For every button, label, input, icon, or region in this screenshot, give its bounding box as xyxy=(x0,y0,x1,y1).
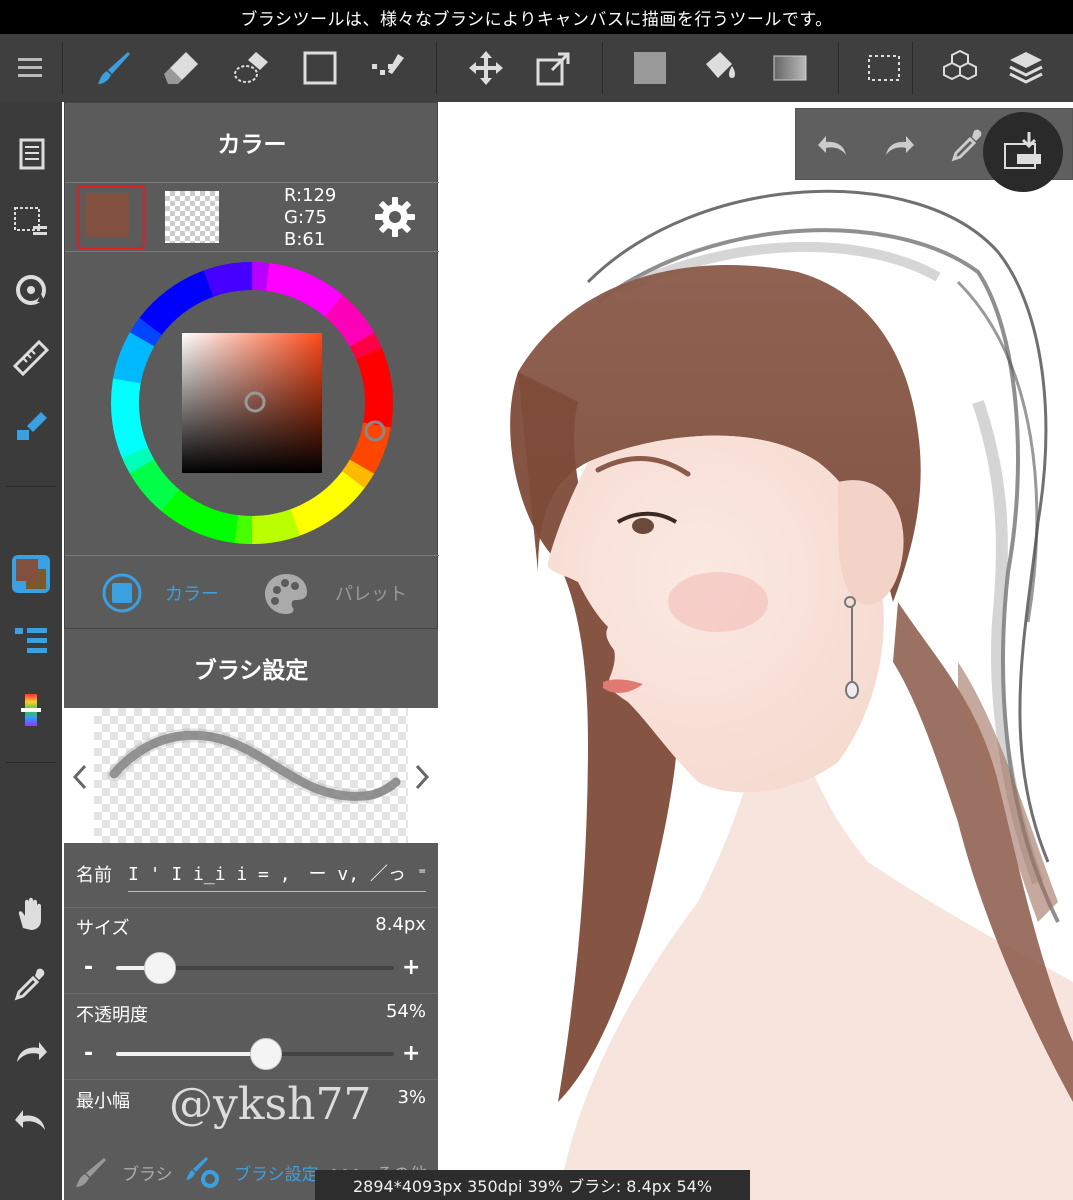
sidebar-divider xyxy=(6,762,56,763)
layers-icon[interactable] xyxy=(996,34,1056,102)
brush-icon xyxy=(76,1158,106,1187)
brush-settings-icon xyxy=(186,1157,219,1188)
tab-brush-label: ブラシ xyxy=(122,1164,173,1185)
color-tab-icon xyxy=(102,573,142,613)
toolbar-divider xyxy=(602,42,603,94)
previous-brush-button[interactable] xyxy=(66,757,94,797)
divider xyxy=(65,555,439,556)
current-color-swatch[interactable] xyxy=(0,542,62,606)
tab-color-label: カラー xyxy=(165,584,219,605)
artist-watermark: @yksh77 xyxy=(169,1079,372,1130)
save-button[interactable] xyxy=(983,112,1063,192)
opacity-slider-fill xyxy=(116,1052,266,1056)
opacity-label: 不透明度 xyxy=(76,1005,148,1026)
gradient-tool-icon[interactable] xyxy=(760,34,820,102)
sidebar-divider xyxy=(6,486,56,487)
rgb-readout: R:129 G:75 B:61 xyxy=(284,185,336,251)
size-increase-button[interactable]: + xyxy=(402,955,420,980)
left-sidebar xyxy=(0,102,62,1200)
toolbar-divider xyxy=(62,42,63,94)
color-tabs: カラー パレット xyxy=(65,558,439,628)
min-width-label: 最小幅 xyxy=(76,1091,130,1112)
eyedropper-icon[interactable] xyxy=(0,952,62,1016)
size-decrease-button[interactable]: - xyxy=(84,955,93,980)
opacity-increase-button[interactable]: + xyxy=(402,1041,420,1066)
lasso-eraser-tool-icon[interactable] xyxy=(222,34,282,102)
tab-palette-label: パレット xyxy=(335,584,407,605)
color-wheel[interactable] xyxy=(111,262,393,544)
brush-stroke-preview xyxy=(94,708,408,843)
size-value: 8.4px xyxy=(375,914,426,935)
gear-icon[interactable] xyxy=(373,195,417,239)
brush-tool-icon[interactable] xyxy=(84,34,144,102)
green-value: G:75 xyxy=(284,207,327,228)
opacity-slider-handle[interactable] xyxy=(250,1038,282,1070)
divider xyxy=(64,907,438,908)
brush-settings-panel: ブラシ設定 名前 I ' I i_i i = , ー v, ／っ ⁼ ー _ i… xyxy=(64,629,438,1200)
move-tool-icon[interactable] xyxy=(456,34,516,102)
status-bar: 2894*4093px 350dpi 39% ブラシ: 8.4px 54% xyxy=(315,1170,750,1200)
eraser-tool-icon[interactable] xyxy=(152,34,212,102)
tab-color[interactable]: カラー xyxy=(101,558,219,628)
fill-color-icon[interactable] xyxy=(620,34,680,102)
selection-tool-icon[interactable] xyxy=(854,34,914,102)
brush-panel-title: ブラシ設定 xyxy=(193,658,309,684)
color-panel-title: カラー xyxy=(217,132,287,158)
stroke-sample xyxy=(107,728,401,804)
chevron-right-icon xyxy=(415,764,430,790)
drawing-canvas[interactable] xyxy=(438,102,1073,1200)
chevron-left-icon xyxy=(72,764,87,790)
transform-tool-icon[interactable] xyxy=(524,34,584,102)
red-value: R:129 xyxy=(284,185,337,206)
tab-brush-settings[interactable]: ブラシ設定 xyxy=(184,1144,319,1200)
brush-list-icon[interactable] xyxy=(0,608,62,672)
download-icon xyxy=(1004,132,1041,169)
blue-value: B:61 xyxy=(284,229,326,250)
tab-palette[interactable]: パレット xyxy=(263,558,407,628)
opacity-value: 54% xyxy=(385,1001,426,1022)
menu-icon[interactable] xyxy=(0,34,60,102)
3d-material-icon[interactable] xyxy=(930,34,990,102)
toolbar-divider xyxy=(912,42,913,94)
divider xyxy=(65,182,439,183)
select-pen-tool-icon[interactable] xyxy=(358,34,418,102)
opacity-decrease-button[interactable]: - xyxy=(84,1041,93,1066)
brush-name-field[interactable]: I ' I i_i i = , ー v, ／っ ⁼ ー _ i... xyxy=(128,854,426,892)
artwork xyxy=(510,189,1073,1200)
divider xyxy=(64,993,438,994)
color-panel: カラー R:129 G:75 B:61 カラー パレット xyxy=(64,102,439,629)
toolbar-divider xyxy=(436,42,437,94)
color-bar-icon[interactable] xyxy=(0,678,62,742)
undo-icon[interactable] xyxy=(800,109,864,181)
pages-icon[interactable] xyxy=(0,122,62,186)
bucket-tool-icon[interactable] xyxy=(690,34,750,102)
name-label: 名前 xyxy=(76,865,112,886)
size-label: サイズ xyxy=(76,918,130,939)
foreground-color xyxy=(85,193,129,237)
primary-color-swatch[interactable] xyxy=(77,185,145,249)
ruler-icon[interactable] xyxy=(0,326,62,390)
tool-hint-banner: ブラシツールは、様々なブラシによりキャンバスに描画を行うツールです。 xyxy=(0,0,1073,34)
redo-icon[interactable] xyxy=(868,109,932,181)
undo-icon[interactable] xyxy=(0,1088,62,1152)
divider xyxy=(65,251,439,252)
shape-tool-icon[interactable] xyxy=(290,34,350,102)
tab-brush-settings-label: ブラシ設定 xyxy=(234,1164,319,1185)
size-slider-handle[interactable] xyxy=(144,952,176,984)
palette-icon xyxy=(265,574,307,614)
selection-list-icon[interactable] xyxy=(0,190,62,254)
app-root: ブラシツールは、様々なブラシによりキャンバスに描画を行うツールです。 カラー R… xyxy=(0,0,1073,1200)
next-brush-button[interactable] xyxy=(408,757,436,797)
main-toolbar xyxy=(0,34,1073,102)
transparent-color-swatch[interactable] xyxy=(165,191,219,243)
rotate-icon[interactable] xyxy=(0,258,62,322)
tab-brush[interactable]: ブラシ xyxy=(74,1144,173,1200)
toolbar-divider xyxy=(838,42,839,94)
hand-icon[interactable] xyxy=(0,882,62,946)
brush-fill-icon[interactable] xyxy=(0,394,62,458)
redo-icon[interactable] xyxy=(0,1020,62,1084)
